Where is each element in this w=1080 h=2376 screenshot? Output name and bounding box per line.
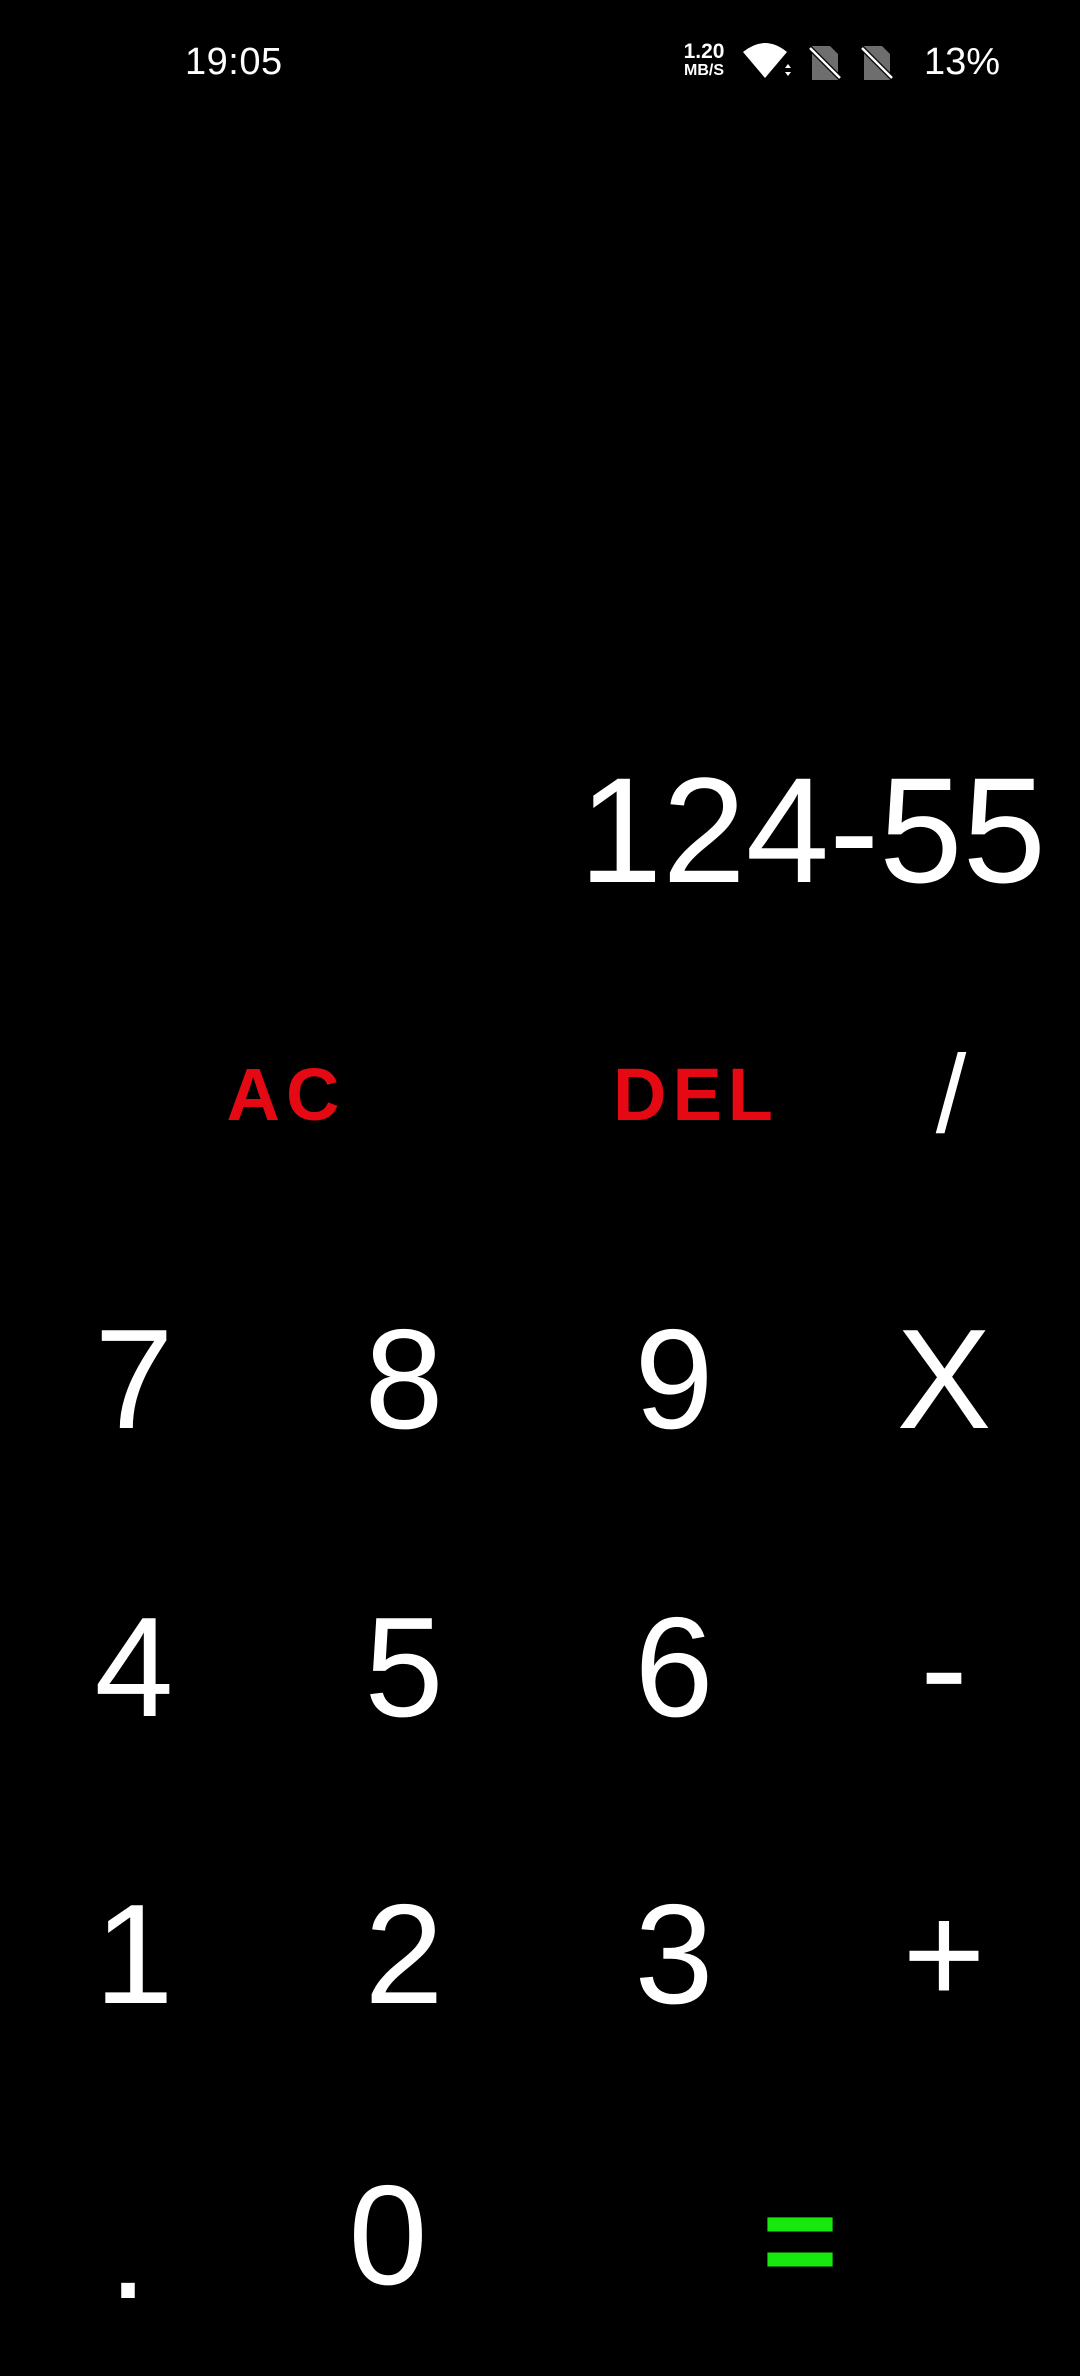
clear-all-button[interactable]: AC	[186, 994, 386, 1194]
digit-7-button[interactable]: 7	[34, 1280, 234, 1480]
battery-percentage: 13%	[924, 41, 1001, 83]
digit-5-button[interactable]: 5	[304, 1568, 504, 1768]
minus-button[interactable]: -	[844, 1568, 1044, 1768]
network-speed: 1.20 MB/S	[678, 40, 730, 80]
digit-1-button[interactable]: 1	[34, 1855, 234, 2055]
network-speed-value: 1.20	[683, 40, 725, 63]
calculator-screen: 19:05 1.20 MB/S 13% 124-55 AC DEL / 7 8 …	[0, 0, 1080, 2376]
status-time: 19:05	[185, 41, 283, 83]
delete-button[interactable]: DEL	[596, 994, 796, 1194]
digit-3-button[interactable]: 3	[574, 1855, 774, 2055]
decimal-point-button[interactable]: .	[28, 2150, 228, 2350]
no-sim-icon	[860, 46, 894, 80]
expression-display: 124-55	[578, 746, 1046, 914]
digit-2-button[interactable]: 2	[304, 1855, 504, 2055]
digit-8-button[interactable]: 8	[304, 1280, 504, 1480]
digit-9-button[interactable]: 9	[574, 1280, 774, 1480]
status-bar: 19:05 1.20 MB/S 13%	[0, 0, 1080, 124]
plus-button[interactable]: +	[844, 1855, 1044, 2055]
wifi-icon	[743, 43, 791, 78]
digit-0-button[interactable]: 0	[288, 2136, 488, 2336]
network-speed-unit: MB/S	[684, 62, 724, 79]
digit-4-button[interactable]: 4	[34, 1568, 234, 1768]
digit-6-button[interactable]: 6	[574, 1568, 774, 1768]
no-sim-icon	[808, 46, 842, 80]
equals-button[interactable]: =	[700, 2140, 900, 2340]
divide-button[interactable]: /	[851, 994, 1051, 1194]
multiply-button[interactable]: X	[844, 1280, 1044, 1480]
